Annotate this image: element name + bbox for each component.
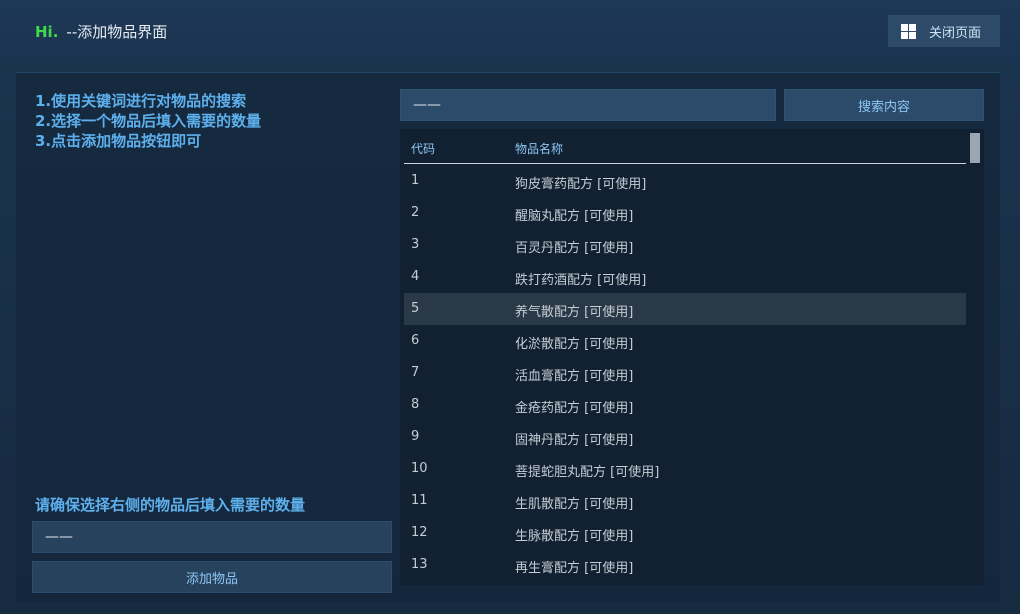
row-code: 2: [411, 205, 420, 220]
table-row[interactable]: 3 百灵丹配方 [可使用]: [404, 229, 966, 261]
list-rows: 1 狗皮膏药配方 [可使用] 2 醒脑丸配方 [可使用] 3 百灵丹配方 [可使用] 4 跌打…: [404, 165, 966, 581]
column-header-code: 代码: [411, 142, 436, 156]
instruction-step-2: 2.选择一个物品后填入需要的数量: [35, 112, 262, 130]
column-header-name: 物品名称: [515, 142, 564, 156]
instruction-list: 1.使用关键词进行对物品的搜索 2.选择一个物品后填入需要的数量 3.点击添加物…: [35, 91, 261, 151]
row-code: 5: [411, 301, 420, 316]
quantity-input[interactable]: [32, 521, 392, 553]
table-row[interactable]: 4 跌打药酒配方 [可使用]: [404, 261, 966, 293]
table-row[interactable]: 9 固神丹配方 [可使用]: [404, 421, 966, 453]
table-row[interactable]: 8 金疮药配方 [可使用]: [404, 389, 966, 421]
close-page-button[interactable]: 关闭页面: [888, 15, 1000, 47]
row-code: 7: [411, 365, 420, 380]
row-item-name: 醒脑丸配方 [可使用]: [515, 209, 634, 224]
row-item-name: 养气散配方 [可使用]: [515, 305, 634, 320]
table-row[interactable]: 7 活血膏配方 [可使用]: [404, 357, 966, 389]
table-row[interactable]: 13 再生膏配方 [可使用]: [404, 549, 966, 581]
row-code: 4: [411, 269, 420, 284]
row-item-name: 再生膏配方 [可使用]: [515, 561, 634, 576]
table-row[interactable]: 12 生脉散配方 [可使用]: [404, 517, 966, 549]
row-code: 3: [411, 237, 420, 252]
row-code: 1: [411, 173, 420, 188]
table-row[interactable]: 1 狗皮膏药配方 [可使用]: [404, 165, 966, 197]
row-item-name: 活血膏配方 [可使用]: [515, 369, 634, 384]
row-item-name: 化淤散配方 [可使用]: [515, 337, 634, 352]
item-list: 代码 物品名称 1 狗皮膏药配方 [可使用] 2 醒脑丸配方 [可使用] 3 百灵丹配方 …: [400, 129, 984, 585]
row-item-name: 生脉散配方 [可使用]: [515, 529, 634, 544]
row-code: 12: [411, 525, 428, 540]
row-code: 11: [411, 493, 428, 508]
row-item-name: 生肌散配方 [可使用]: [515, 497, 634, 512]
table-row[interactable]: 11 生肌散配方 [可使用]: [404, 485, 966, 517]
row-item-name: 固神丹配方 [可使用]: [515, 433, 634, 448]
search-input[interactable]: [400, 89, 776, 121]
page-title: Hi. --添加物品界面: [35, 21, 167, 42]
main-panel: 1.使用关键词进行对物品的搜索 2.选择一个物品后填入需要的数量 3.点击添加物…: [16, 72, 1000, 601]
left-column: 1.使用关键词进行对物品的搜索 2.选择一个物品后填入需要的数量 3.点击添加物…: [16, 73, 400, 601]
row-item-name: 跌打药酒配方 [可使用]: [515, 273, 647, 288]
windows-icon: [901, 23, 916, 39]
table-row[interactable]: 5 养气散配方 [可使用]: [404, 293, 966, 325]
row-item-name: 百灵丹配方 [可使用]: [515, 241, 634, 256]
instruction-step-3: 3.点击添加物品按钮即可: [35, 132, 202, 150]
hi-logo-text: Hi.: [35, 23, 59, 41]
list-header: 代码 物品名称: [404, 129, 966, 164]
row-item-name: 菩提蛇胆丸配方 [可使用]: [515, 465, 660, 480]
row-code: 8: [411, 397, 420, 412]
table-row[interactable]: 6 化淤散配方 [可使用]: [404, 325, 966, 357]
row-code: 10: [411, 461, 428, 476]
row-code: 9: [411, 429, 420, 444]
page-title-text: --添加物品界面: [66, 23, 168, 41]
add-item-button[interactable]: 添加物品: [32, 561, 392, 593]
table-row[interactable]: 2 醒脑丸配方 [可使用]: [404, 197, 966, 229]
row-code: 6: [411, 333, 420, 348]
search-button[interactable]: 搜索内容: [784, 89, 984, 121]
list-scrollbar[interactable]: [970, 133, 980, 163]
close-page-label: 关闭页面: [929, 25, 982, 41]
table-row[interactable]: 10 菩提蛇胆丸配方 [可使用]: [404, 453, 966, 485]
row-code: 13: [411, 557, 428, 572]
row-item-name: 金疮药配方 [可使用]: [515, 401, 634, 416]
top-bar: Hi. --添加物品界面 关闭页面: [0, 0, 1020, 62]
row-item-name: 狗皮膏药配方 [可使用]: [515, 177, 647, 192]
instruction-step-1: 1.使用关键词进行对物品的搜索: [35, 92, 247, 110]
quantity-notice: 请确保选择右侧的物品后填入需要的数量: [35, 496, 306, 514]
